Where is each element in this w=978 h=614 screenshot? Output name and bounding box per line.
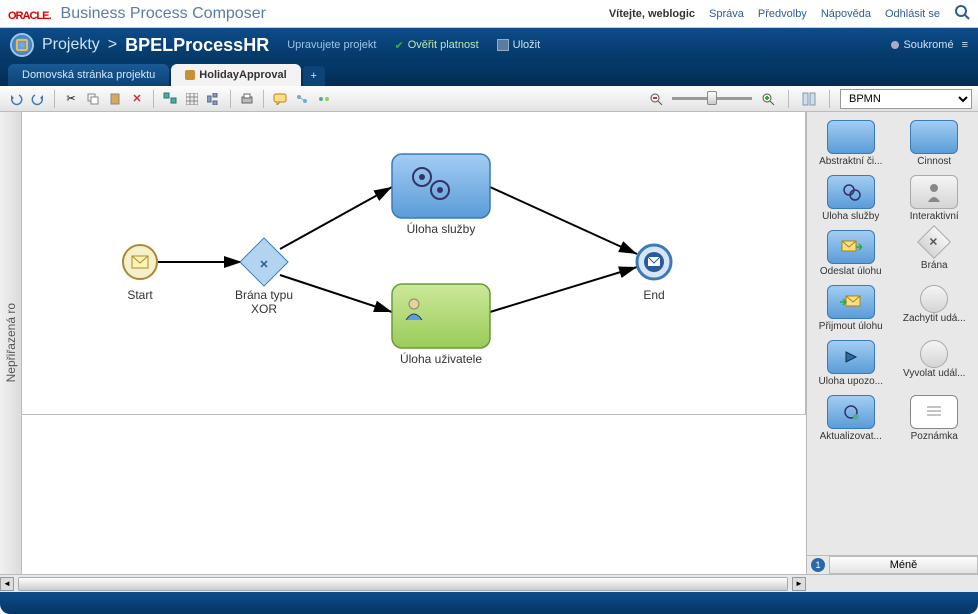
palette-receive-task[interactable]: Přijmout úlohu <box>809 281 893 336</box>
undo-button[interactable] <box>6 89 26 109</box>
redo-button[interactable] <box>28 89 48 109</box>
start-label: Start <box>120 288 160 302</box>
palette-catch-event[interactable]: Zachytit udá... <box>893 281 977 336</box>
link-preferences[interactable]: Předvolby <box>758 8 807 20</box>
palette-send-task[interactable]: Odeslat úlohu <box>809 226 893 281</box>
zoom-slider[interactable] <box>672 97 752 100</box>
user-task-label: Úloha uživatele <box>392 352 490 366</box>
validate-button[interactable]: ✔Ověřit platnost <box>394 39 478 52</box>
footer-bar <box>0 592 978 614</box>
properties-panel <box>22 414 806 574</box>
zoom-out-button[interactable] <box>646 89 666 109</box>
expand-toggle-icon[interactable]: ≡ <box>962 39 968 51</box>
horizontal-scrollbar[interactable] <box>18 577 788 591</box>
link-logout[interactable]: Odhlásit se <box>885 8 940 20</box>
project-icon <box>10 33 34 57</box>
editing-label: Upravujete projekt <box>287 39 376 51</box>
diagram-canvas[interactable]: ✕ Start Brána typu XOR Úloha služby <box>22 112 806 414</box>
refresh-button[interactable] <box>314 89 334 109</box>
top-bar: ORACLE. Business Process Composer Vítejt… <box>0 0 978 28</box>
end-label: End <box>637 288 671 302</box>
breadcrumb-sep: > <box>108 36 117 54</box>
service-task-label: Úloha služby <box>392 222 490 236</box>
gateway-label: Brána typu XOR <box>227 288 301 316</box>
tab-holiday-approval[interactable]: HolidayApproval <box>171 64 300 86</box>
link-help[interactable]: Nápověda <box>821 8 871 20</box>
project-bar: Projekty > BPELProcessHR Upravujete proj… <box>0 28 978 62</box>
zoom-in-button[interactable] <box>758 89 778 109</box>
svg-text:✕: ✕ <box>259 259 268 271</box>
comment-button[interactable] <box>270 89 290 109</box>
privacy-indicator[interactable]: Soukromé <box>891 39 953 51</box>
oracle-logo: ORACLE. <box>8 3 51 24</box>
element-palette: Abstraktní či... Činnost Úloha služby In… <box>806 112 978 574</box>
link-button[interactable] <box>292 89 312 109</box>
layout-button[interactable] <box>204 89 224 109</box>
palette-activity[interactable]: Činnost <box>893 116 977 171</box>
palette-service-task[interactable]: Úloha služby <box>809 171 893 226</box>
palette-throw-event[interactable]: Vyvolat udál... <box>893 336 977 391</box>
app-title: Business Process Composer <box>61 5 266 23</box>
tab-add-button[interactable]: + <box>303 66 325 86</box>
layout-toggle-button[interactable] <box>799 89 819 109</box>
tab-project-home[interactable]: Domovská stránka projektu <box>8 64 169 86</box>
palette-gateway[interactable]: ✕Brána <box>893 226 977 281</box>
disk-icon <box>497 39 509 51</box>
process-icon <box>185 70 195 80</box>
scroll-right-button[interactable]: ► <box>792 577 806 591</box>
print-button[interactable] <box>237 89 257 109</box>
breadcrumb-root[interactable]: Projekty <box>42 36 100 54</box>
palette-annotation[interactable]: Poznámka <box>893 391 977 446</box>
palette-interactive[interactable]: Interaktivní <box>893 171 977 226</box>
scroll-left-button[interactable]: ◄ <box>0 577 14 591</box>
workspace: Nepřiřazená ro ✕ <box>0 112 978 574</box>
swimlane-header[interactable]: Nepřiřazená ro <box>0 112 22 574</box>
link-admin[interactable]: Správa <box>709 8 744 20</box>
palette-less-button[interactable]: Méně <box>829 556 978 574</box>
copy-button[interactable] <box>83 89 103 109</box>
project-name: BPELProcessHR <box>125 35 269 56</box>
check-icon: ✔ <box>394 39 403 52</box>
delete-button[interactable]: ✕ <box>127 89 147 109</box>
palette-abstract-activity[interactable]: Abstraktní či... <box>809 116 893 171</box>
cut-button[interactable]: ✂ <box>61 89 81 109</box>
palette-update-task[interactable]: Aktualizovat... <box>809 391 893 446</box>
tab-bar: Domovská stránka projektu HolidayApprova… <box>0 62 978 86</box>
palette-page-indicator[interactable]: 1 <box>811 558 825 572</box>
palette-mode-select[interactable]: BPMN <box>840 89 972 109</box>
align-button[interactable] <box>160 89 180 109</box>
search-icon[interactable] <box>954 4 970 23</box>
welcome-text: Vítejte, weblogic <box>609 8 695 20</box>
editor-toolbar: ✂ ✕ BPMN <box>0 86 978 112</box>
palette-notification-task[interactable]: Úloha upozo... <box>809 336 893 391</box>
save-button[interactable]: Uložit <box>497 39 541 51</box>
grid-button[interactable] <box>182 89 202 109</box>
paste-button[interactable] <box>105 89 125 109</box>
privacy-dot-icon <box>891 41 899 49</box>
